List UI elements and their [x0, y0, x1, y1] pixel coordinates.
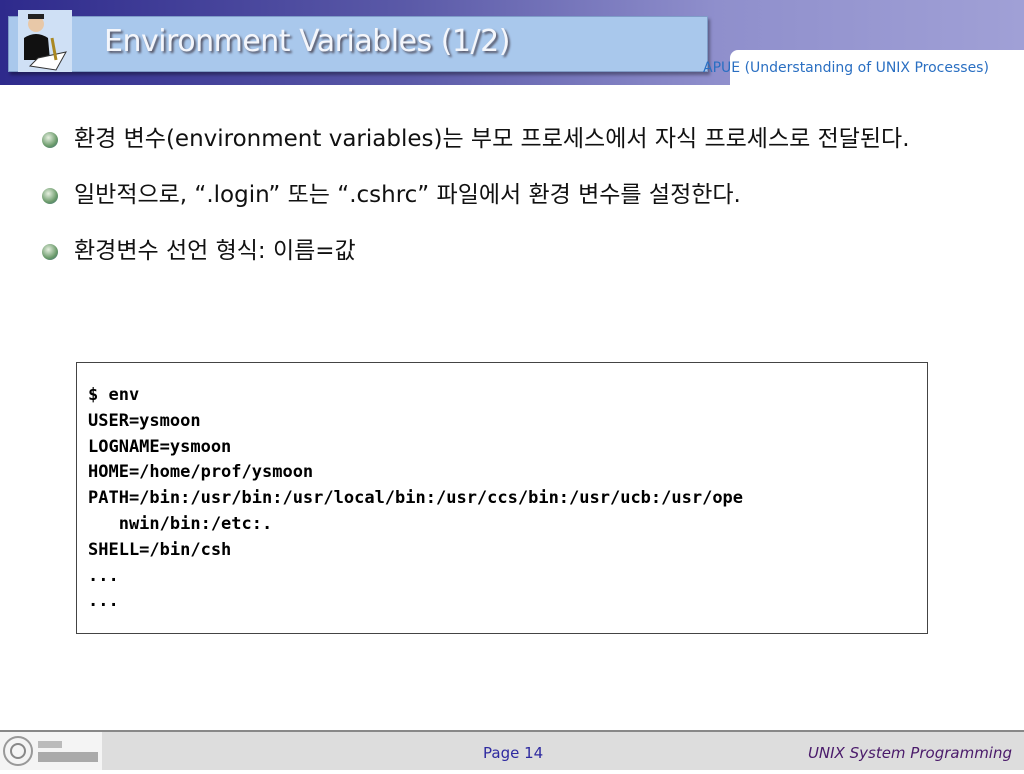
- slide-header: Environment Variables (1/2) APUE (Unders…: [0, 0, 1024, 85]
- bullet-item: 환경 변수(environment variables)는 부모 프로세스에서 …: [40, 120, 1000, 158]
- bullet-text: 환경 변수(environment variables)는 부모 프로세스에서 …: [74, 126, 910, 152]
- code-box: $ env USER=ysmoon LOGNAME=ysmoon HOME=/h…: [76, 362, 928, 634]
- course-name: UNIX System Programming: [807, 744, 1012, 762]
- seal-icon: [3, 736, 98, 766]
- bullet-icon: [42, 132, 58, 148]
- slide-subtitle: APUE (Understanding of UNIX Processes): [703, 60, 989, 76]
- bullet-list: 환경 변수(environment variables)는 부모 프로세스에서 …: [40, 120, 1000, 288]
- bullet-item: 환경변수 선언 형식: 이름=값: [40, 232, 1000, 270]
- bullet-text: 환경변수 선언 형식: 이름=값: [74, 238, 356, 264]
- bullet-icon: [42, 188, 58, 204]
- bullet-text: 일반적으로, “.login” 또는 “.cshrc” 파일에서 환경 변수를 …: [74, 182, 741, 208]
- page-number: Page 14: [483, 744, 544, 762]
- bullet-icon: [42, 244, 58, 260]
- person-writing-icon: [18, 10, 72, 72]
- code-text: $ env USER=ysmoon LOGNAME=ysmoon HOME=/h…: [88, 385, 744, 612]
- slide-footer: Page 14 UNIX System Programming: [0, 730, 1024, 770]
- university-logo: [0, 732, 102, 770]
- slide-title: Environment Variables (1/2): [104, 24, 510, 59]
- bullet-item: 일반적으로, “.login” 또는 “.cshrc” 파일에서 환경 변수를 …: [40, 176, 1000, 214]
